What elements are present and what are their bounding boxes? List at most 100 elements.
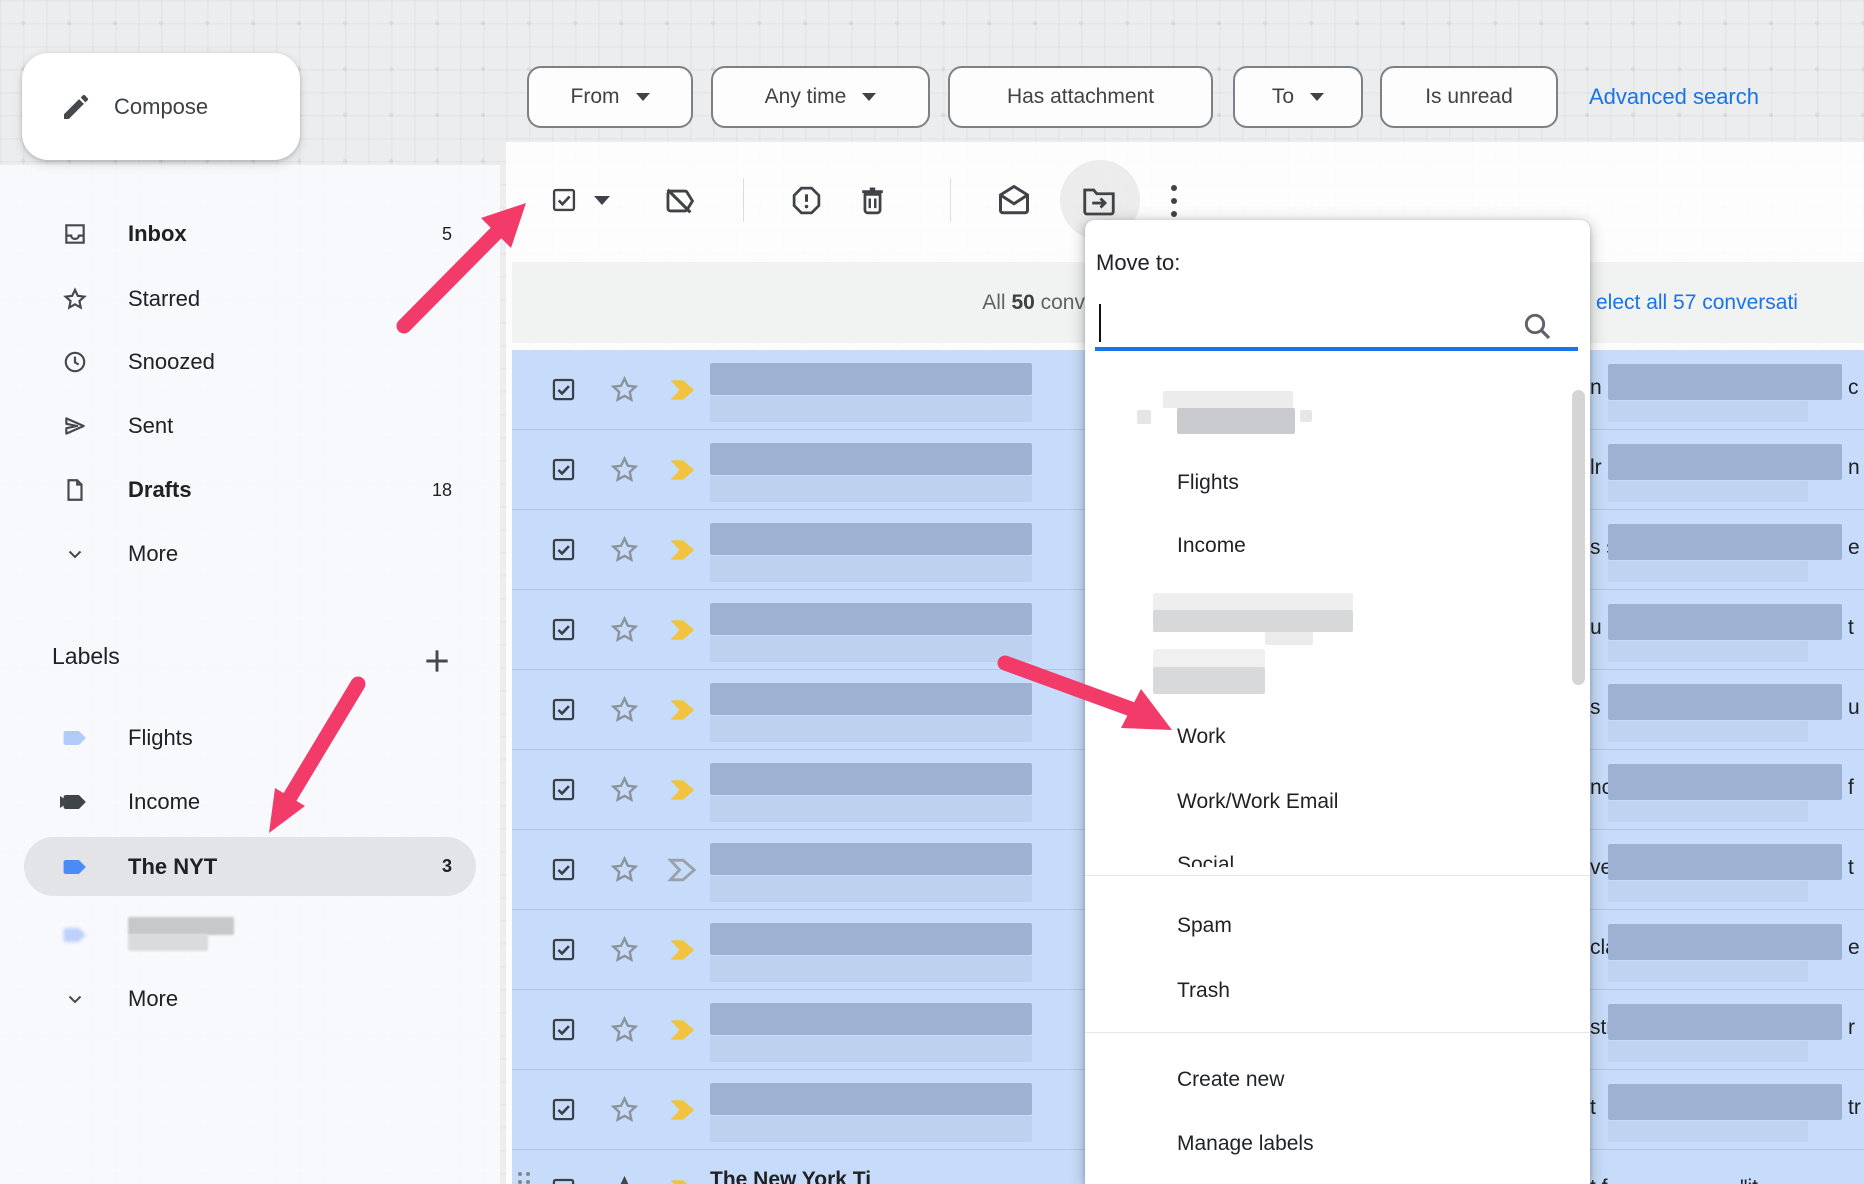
sidebar-item-label: Starred bbox=[128, 286, 200, 312]
blurred-subject bbox=[710, 636, 1032, 662]
label-off-icon[interactable] bbox=[662, 184, 696, 218]
move-to-item-create-new[interactable]: Create new bbox=[1085, 1060, 1575, 1100]
row-checkbox[interactable] bbox=[550, 536, 577, 568]
importance-marker-icon[interactable] bbox=[666, 1096, 700, 1129]
importance-marker-icon[interactable] bbox=[666, 536, 700, 569]
fragment-text: u bbox=[1590, 616, 1602, 640]
sidebar-item-snoozed[interactable]: Snoozed bbox=[24, 342, 476, 382]
blurred-subject bbox=[710, 396, 1032, 422]
importance-marker-icon[interactable] bbox=[666, 776, 700, 809]
blurred-sender bbox=[710, 683, 1032, 715]
sidebar-label-blurred[interactable] bbox=[24, 915, 476, 955]
star-icon[interactable] bbox=[609, 454, 640, 490]
importance-marker-icon[interactable] bbox=[666, 696, 700, 729]
sidebar-label-the-nyt[interactable]: The NYT3 bbox=[24, 837, 476, 896]
report-spam-icon[interactable] bbox=[790, 184, 823, 217]
move-to-item-income[interactable]: Income bbox=[1085, 526, 1575, 566]
search-input-cursor bbox=[1099, 304, 1101, 342]
move-to-item-spam[interactable]: Spam bbox=[1085, 906, 1575, 946]
star-icon[interactable] bbox=[609, 694, 640, 730]
star-icon[interactable] bbox=[609, 534, 640, 570]
blurred-subject bbox=[710, 796, 1032, 822]
star-icon[interactable] bbox=[609, 374, 640, 410]
fragment-text: e bbox=[1848, 536, 1860, 560]
row-checkbox[interactable] bbox=[550, 376, 577, 408]
star-icon[interactable] bbox=[609, 854, 640, 890]
select-all-conversations-link[interactable]: elect all 57 conversati bbox=[1590, 262, 1864, 343]
select-all-checkbox[interactable] bbox=[550, 186, 578, 214]
importance-marker-icon[interactable] bbox=[666, 1016, 700, 1049]
importance-marker-icon[interactable] bbox=[666, 936, 700, 969]
importance-marker-icon[interactable] bbox=[666, 856, 700, 889]
sidebar-labels-more[interactable]: More bbox=[24, 979, 476, 1019]
sidebar-label-income[interactable]: Income bbox=[24, 782, 476, 822]
mark-read-icon[interactable] bbox=[994, 182, 1034, 218]
row-checkbox[interactable] bbox=[550, 936, 577, 968]
row-right-fragment: str r bbox=[1590, 990, 1864, 1070]
compose-label: Compose bbox=[114, 94, 208, 120]
star-icon[interactable] bbox=[609, 1014, 640, 1050]
fragment-text: u bbox=[1848, 696, 1860, 720]
toolbar-divider bbox=[950, 178, 951, 222]
sidebar-item-count: 18 bbox=[432, 480, 452, 501]
sidebar-item-starred[interactable]: Starred bbox=[24, 279, 476, 319]
move-to-label-list: Flights Income Work Work/Work Email Social bbox=[1085, 365, 1590, 867]
row-checkbox[interactable] bbox=[550, 616, 577, 648]
sidebar-item-sent[interactable]: Sent bbox=[24, 406, 476, 446]
move-to-item-work-work-email[interactable]: Work/Work Email bbox=[1085, 782, 1575, 822]
compose-button[interactable]: Compose bbox=[22, 53, 300, 160]
star-icon[interactable] bbox=[609, 1174, 640, 1184]
sidebar-item-inbox[interactable]: Inbox 5 bbox=[24, 214, 476, 254]
chevron-down-icon bbox=[862, 93, 876, 101]
advanced-search-link[interactable]: Advanced search bbox=[1589, 84, 1759, 110]
sidebar-item-more[interactable]: More bbox=[24, 534, 476, 574]
chevron-down-icon bbox=[636, 93, 650, 101]
star-icon[interactable] bbox=[609, 774, 640, 810]
filter-chip-is-unread[interactable]: Is unread bbox=[1380, 66, 1558, 128]
row-checkbox[interactable] bbox=[550, 1016, 577, 1048]
sidebar-item-label: Inbox bbox=[128, 221, 187, 247]
row-checkbox[interactable] bbox=[550, 1176, 577, 1184]
row-checkbox[interactable] bbox=[550, 696, 577, 728]
more-vert-icon[interactable] bbox=[1168, 182, 1180, 220]
filter-chip-to[interactable]: To bbox=[1233, 66, 1363, 128]
sidebar-item-drafts[interactable]: Drafts 18 bbox=[24, 470, 476, 510]
filter-chip-any-time[interactable]: Any time bbox=[711, 66, 930, 128]
move-to-item-trash[interactable]: Trash bbox=[1085, 971, 1575, 1011]
row-checkbox[interactable] bbox=[550, 456, 577, 488]
blurred-sender bbox=[710, 1083, 1032, 1115]
row-right-fragment: nc f bbox=[1590, 750, 1864, 830]
move-to-item-flights[interactable]: Flights bbox=[1085, 463, 1575, 503]
move-to-item-label: Create new bbox=[1177, 1068, 1284, 1092]
search-input-underline[interactable] bbox=[1095, 347, 1578, 351]
chip-label: Is unread bbox=[1425, 85, 1513, 109]
row-checkbox[interactable] bbox=[550, 776, 577, 808]
importance-marker-icon[interactable] bbox=[666, 456, 700, 489]
importance-marker-icon[interactable] bbox=[666, 376, 700, 409]
fragment-text: t bbox=[1590, 1096, 1596, 1120]
fragment-text: tr bbox=[1848, 1096, 1861, 1120]
filter-chip-has-attachment[interactable]: Has attachment bbox=[948, 66, 1213, 128]
move-to-item-social[interactable]: Social bbox=[1085, 845, 1575, 867]
star-icon[interactable] bbox=[609, 1094, 640, 1130]
move-to-item-work[interactable]: Work bbox=[1085, 717, 1575, 757]
star-icon[interactable] bbox=[609, 614, 640, 650]
star-icon[interactable] bbox=[609, 934, 640, 970]
move-to-item-manage-labels[interactable]: Manage labels bbox=[1085, 1124, 1575, 1164]
select-options-caret-down-icon[interactable] bbox=[594, 196, 610, 205]
delete-icon[interactable] bbox=[856, 184, 889, 217]
label-name: Income bbox=[128, 789, 200, 815]
create-label-plus-icon[interactable] bbox=[421, 645, 453, 677]
move-to-icon[interactable] bbox=[1080, 184, 1118, 217]
caret-right-icon[interactable] bbox=[60, 796, 69, 808]
row-checkbox[interactable] bbox=[550, 1096, 577, 1128]
search-icon[interactable] bbox=[1521, 310, 1553, 342]
row-checkbox[interactable] bbox=[550, 856, 577, 888]
filter-chip-from[interactable]: From bbox=[527, 66, 693, 128]
importance-marker-icon[interactable] bbox=[666, 616, 700, 649]
sidebar-label-flights[interactable]: Flights bbox=[24, 718, 476, 758]
popup-scrollbar[interactable] bbox=[1572, 390, 1585, 685]
fragment-text: f bbox=[1848, 776, 1854, 800]
importance-marker-icon[interactable] bbox=[666, 1176, 700, 1184]
row-right-fragment: cla e bbox=[1590, 910, 1864, 990]
